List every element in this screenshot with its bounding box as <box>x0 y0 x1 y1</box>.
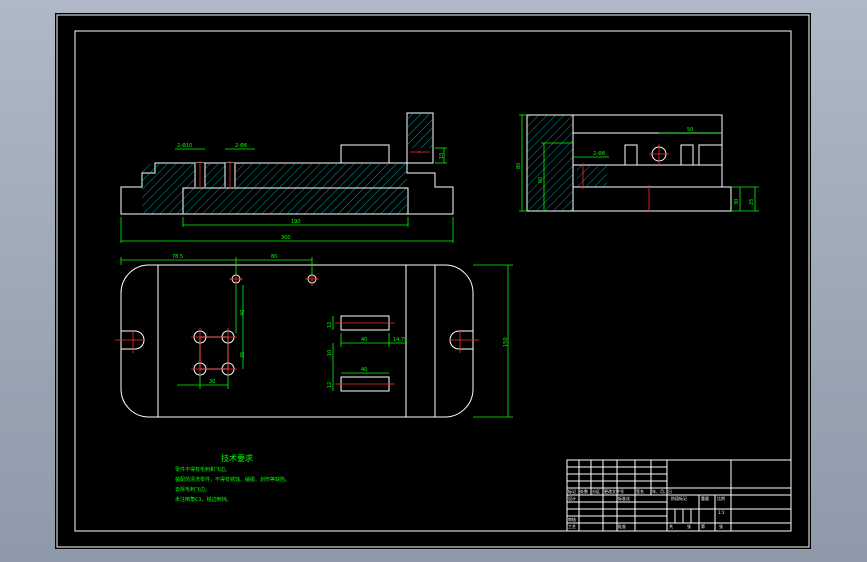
plan-outline <box>120 264 474 418</box>
front-pin-hatch <box>408 114 432 148</box>
tb-scale-value: 1:1 <box>718 510 725 515</box>
dim-front-hole-left: 2-Φ10 <box>177 143 192 149</box>
notes-line-3: 去除毛刺飞边。 <box>175 486 210 493</box>
tb-design: 设计 <box>568 495 576 501</box>
plan-view: 78.5 80 40 35 30 40 14.75 40 12 10 12 15… <box>115 254 513 418</box>
tb-rev-zone: 分区 <box>592 488 600 494</box>
dim-side-overall-height: 80 <box>516 163 522 169</box>
front-body-hatch <box>142 164 407 214</box>
tb-rev-sign: 签名 <box>636 488 644 494</box>
dim-plan-slot-offset: 14.75 <box>393 337 407 343</box>
notes-line-2: 装配前清洗零件，不得有锈蚀、磕碰、划伤等缺陷。 <box>175 476 290 483</box>
technical-notes: 技术要求 零件不得有毛刺和飞边。 装配前清洗零件，不得有锈蚀、磕碰、划伤等缺陷。… <box>175 453 290 503</box>
tb-sheet-no: 第 <box>701 523 705 529</box>
inner-frame <box>74 30 792 532</box>
side-hatch-left <box>527 115 573 211</box>
tb-rev-mark: 标记 <box>568 488 576 494</box>
tb-scale: 比例 <box>717 495 725 501</box>
front-boss <box>340 144 390 164</box>
cad-viewport[interactable]: 2-Φ10 2-Φ8 190 300 15 78.5 80 40 35 30 4… <box>55 13 811 549</box>
dim-side-step-b: 25 <box>749 199 755 205</box>
dim-front-pin-height: 15 <box>439 153 445 159</box>
engineering-drawing: 2-Φ10 2-Φ8 190 300 15 78.5 80 40 35 30 4… <box>56 14 810 548</box>
dim-plan-vertical-b: 35 <box>240 352 246 358</box>
dim-plan-slot-width: 40 <box>361 337 367 343</box>
dim-plan-square: 30 <box>209 379 215 385</box>
tb-review: 审核 <box>568 516 576 522</box>
dim-side-hole: 2-Φ8 <box>593 151 605 157</box>
tb-rev-doc: 更改文件号 <box>604 488 624 494</box>
dim-side-step-a: 30 <box>734 199 740 205</box>
dim-plan-side-b: 12 <box>327 382 333 388</box>
tb-sheet-label2: 张 <box>719 523 723 529</box>
tb-sheet-label: 张 <box>687 523 691 529</box>
title-block: 标记 处数 分区 更改文件号 签名 年、月、日 设计 标准化 审核 工艺 批准 … <box>566 459 792 532</box>
tb-standard: 标准化 <box>618 495 630 501</box>
dim-side-top-width: 50 <box>687 127 693 133</box>
side-view: 50 2-Φ8 80 60 30 25 <box>516 114 759 212</box>
tb-sheet-total: 共 <box>669 523 673 529</box>
dim-plan-left-offset: 78.5 <box>172 254 183 260</box>
tb-rev-date: 年、月、日 <box>652 488 672 494</box>
dim-plan-slot-length: 40 <box>361 367 367 373</box>
notes-title: 技术要求 <box>221 453 253 463</box>
notes-line-4: 未注倒角C1，锐边倒钝。 <box>175 496 232 503</box>
dim-plan-overall-height: 150 <box>503 337 509 347</box>
outer-border <box>56 14 810 548</box>
tb-approve: 批准 <box>618 523 626 529</box>
front-view: 2-Φ10 2-Φ8 190 300 15 <box>120 112 454 243</box>
dim-front-overall-width: 300 <box>281 235 291 241</box>
dim-side-mid-height: 60 <box>538 177 544 183</box>
dim-plan-hole-spacing: 80 <box>271 254 277 260</box>
notes-line-1: 零件不得有毛刺和飞边。 <box>175 466 230 473</box>
tb-weight: 重量 <box>701 495 709 501</box>
dim-front-hole-right: 2-Φ8 <box>235 143 247 149</box>
tb-rev-count: 处数 <box>580 488 588 494</box>
tb-process: 工艺 <box>568 524 576 529</box>
tb-stage: 阶段标记 <box>671 495 687 501</box>
dim-plan-slot-height: 12 <box>327 322 333 328</box>
side-hatch-boss <box>577 165 607 187</box>
dim-front-inner-width: 190 <box>291 219 301 225</box>
dim-plan-vertical-a: 40 <box>240 310 246 316</box>
dim-plan-side-a: 10 <box>327 350 333 356</box>
